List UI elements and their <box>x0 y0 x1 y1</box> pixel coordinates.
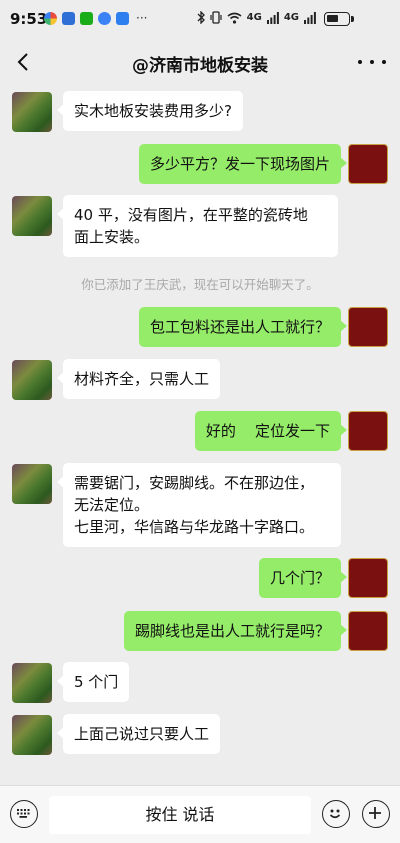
more-options-icon[interactable] <box>358 50 386 74</box>
message-bubble-received[interactable]: 5 个门 <box>56 662 130 702</box>
app-notification-icon <box>98 12 111 25</box>
contact-avatar[interactable] <box>12 715 52 755</box>
chat-title: @济南市地板安装 <box>132 56 268 76</box>
message-bubble-sent[interactable]: 多少平方？发一下现场图片 <box>138 144 348 184</box>
contact-avatar[interactable] <box>12 464 52 504</box>
system-notice: 你已添加了王庆武，现在可以开始聊天了。 <box>81 277 319 292</box>
status-bar: 9:53 ··· 4G 4G <box>0 0 400 38</box>
add-attachment-icon[interactable] <box>362 800 390 828</box>
message-bubble-sent[interactable]: 踢脚线也是出人工就行是吗？ <box>123 611 348 651</box>
my-avatar[interactable] <box>348 307 388 347</box>
message-bubble-received[interactable]: 需要锯门，安踢脚线。不在那边住， 无法定位。 七里河，华信路与华龙路十字路口。 <box>57 463 341 547</box>
vibrate-icon <box>210 11 222 24</box>
app-notification-icon <box>62 12 75 25</box>
message-bubble-sent[interactable]: 几个门？ <box>258 558 348 598</box>
message-bubble-received[interactable]: 实木地板安装费用多少? <box>57 91 243 131</box>
voice-keyboard-toggle-icon[interactable] <box>10 800 38 828</box>
app-notification-icon <box>44 12 57 25</box>
bluetooth-icon <box>197 11 205 24</box>
status-time: 9:53 <box>10 10 48 28</box>
contact-avatar[interactable] <box>12 360 52 400</box>
battery-icon <box>324 12 350 26</box>
my-avatar[interactable] <box>348 558 388 598</box>
message-bubble-sent[interactable]: 包工包料还是出人工就行？ <box>138 307 348 347</box>
my-avatar[interactable] <box>348 411 388 451</box>
emoji-icon[interactable] <box>322 800 350 828</box>
signal-icon <box>266 11 279 24</box>
back-arrow-icon[interactable] <box>12 50 36 74</box>
wifi-icon <box>227 12 242 24</box>
hold-to-talk-button[interactable]: 按住 说话 <box>49 796 311 834</box>
contact-avatar[interactable] <box>12 92 52 132</box>
message-bubble-received[interactable]: 40 平，没有图片，在平整的瓷砖地 面上安装。 <box>57 195 338 257</box>
wechat-notification-icon <box>80 12 93 25</box>
contact-avatar[interactable] <box>12 196 52 236</box>
my-avatar[interactable] <box>348 144 388 184</box>
input-bar: 按住 说话 <box>0 785 400 843</box>
more-notifications-icon: ··· <box>136 11 148 25</box>
my-avatar[interactable] <box>348 611 388 651</box>
contact-avatar[interactable] <box>12 663 52 703</box>
message-bubble-sent[interactable]: 好的 定位发一下 <box>194 411 348 451</box>
status-app-icons: ··· <box>44 12 147 25</box>
message-bubble-received[interactable]: 材料齐全，只需人工 <box>56 359 221 399</box>
signal-icon-2 <box>304 11 316 24</box>
message-bubble-received[interactable]: 上面己说过只要人工 <box>56 714 221 754</box>
network-type-label: 4G <box>246 12 262 23</box>
chat-header: @济南市地板安装 <box>0 38 400 86</box>
network-type-label-2: 4G <box>283 12 299 23</box>
app-notification-icon <box>116 12 129 25</box>
